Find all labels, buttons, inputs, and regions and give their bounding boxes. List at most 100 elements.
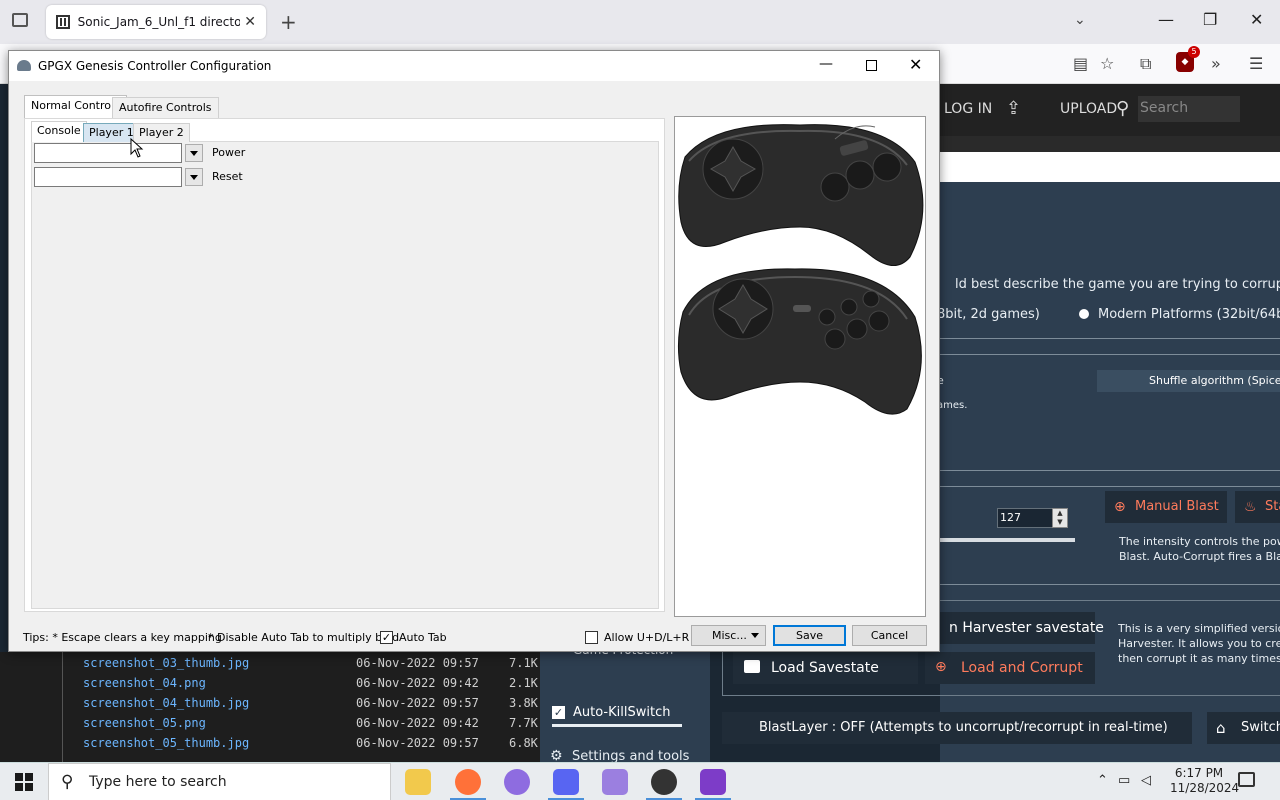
tab-console[interactable]: Console [31,121,87,142]
save-button[interactable]: Save [773,625,846,646]
tips-text-2: * Disable Auto Tab to multiply bind [208,631,400,644]
file-size: 7.7K [509,716,538,730]
login-link[interactable]: LOG IN [944,101,992,117]
tab-list-icon[interactable] [12,13,28,27]
browser-minimize-button[interactable]: — [1158,10,1174,29]
hamburger-menu-icon[interactable]: ☰ [1249,54,1263,73]
firefox-icon[interactable] [455,769,481,795]
rtc-shuffle-algorithm-select[interactable]: Shuffle algorithm (Spice t [1097,370,1280,392]
rtc-separator [940,354,1280,355]
rtc-intensity-spinner[interactable]: ▲ ▼ [1052,508,1068,528]
bizhawk-icon[interactable] [651,769,677,795]
search-icon[interactable]: ⚲ [1116,98,1129,119]
rtc-harvester-savestate-button[interactable]: n Harvester savestate [940,612,1104,644]
app-icon-purple[interactable] [504,769,530,795]
file-date: 06-Nov-2022 09:57 [356,696,479,710]
tab-close-icon[interactable]: ✕ [244,14,256,30]
rtc-load-savestate-button[interactable]: Load Savestate [733,652,918,684]
auto-tab-label[interactable]: Auto Tab [399,631,447,644]
rtc-intensity-input[interactable]: 127 [997,508,1053,528]
browser-restore-button[interactable]: ❐ [1203,10,1217,29]
reset-binding-input[interactable] [34,167,182,187]
file-date: 06-Nov-2022 09:57 [356,656,479,670]
taskbar-clock[interactable]: 6:17 PM 11/28/2024 [1170,766,1239,796]
rtc-separator [940,584,1280,585]
browser-tab-active[interactable]: Sonic_Jam_6_Unl_f1 directory li ✕ [46,5,266,39]
rtc-option-modern[interactable]: Modern Platforms (32bit/64bi [1098,307,1280,322]
allow-opposing-checkbox[interactable] [585,631,598,644]
volume-muted-icon[interactable]: ◁ [1141,773,1151,788]
auto-tab-checkbox[interactable]: ✓ [380,631,393,644]
rtc-intensity-slider[interactable] [940,538,1075,542]
table-row: screenshot_04_thumb.jpg 06-Nov-2022 09:5… [0,696,540,716]
six-button-pad-drawing [677,268,922,415]
reset-binding-dropdown[interactable] [185,168,203,186]
rtc-autokillswitch-checkbox[interactable]: ✓ [552,706,565,719]
rtc-start-autocorrupt-button[interactable]: Sta [1235,491,1280,523]
dialog-close-button[interactable]: ✕ [909,55,922,74]
genesis-controllers-illustration [677,124,924,415]
power-binding-input[interactable] [34,143,182,163]
rtc-load-and-corrupt-button[interactable]: Load and Corrupt [925,652,1095,684]
file-link[interactable]: screenshot_05.png [83,716,206,730]
file-link[interactable]: screenshot_04_thumb.jpg [83,696,249,710]
allow-opposing-label[interactable]: Allow U+D/L+R [604,631,689,644]
notification-icon[interactable] [1238,772,1255,787]
upload-link[interactable]: UPLOAD [1060,101,1117,117]
rtc-harvester-help-line: This is a very simplified version [1118,622,1280,635]
rtc-separator [940,486,1280,487]
app-icon-violet[interactable] [602,769,628,795]
table-row: screenshot_04.png 06-Nov-2022 09:42 2.1K [0,676,540,696]
windows-start-icon[interactable] [15,773,33,791]
power-binding-dropdown[interactable] [185,144,203,162]
rtc-radio-modern-icon[interactable] [1079,309,1089,319]
overflow-chevrons-icon[interactable]: » [1211,54,1221,73]
new-tab-button[interactable]: + [280,10,297,34]
dialog-maximize-button[interactable] [866,60,877,71]
gpgx-app-icon [17,60,31,71]
bookmark-star-icon[interactable]: ☆ [1100,54,1114,73]
mouse-cursor-icon [130,138,144,158]
console-panel [31,141,659,609]
clock-time: 6:17 PM [1174,766,1224,780]
rtc-separator [940,470,1280,471]
rtc-blastlayer-toggle[interactable]: BlastLayer : OFF (Attempts to uncorrupt/… [722,712,1192,744]
upload-icon[interactable]: ⇪ [1006,98,1021,119]
dialog-minimize-button[interactable]: — [819,56,833,72]
network-icon[interactable]: ▭ [1118,773,1130,788]
file-link[interactable]: screenshot_05_thumb.jpg [83,736,249,750]
home-icon: ⌂ [1216,719,1226,737]
tray-chevron-up-icon[interactable]: ⌃ [1097,773,1108,788]
file-explorer-icon[interactable] [405,769,431,795]
rtc-autokillswitch-bar [552,724,682,727]
rtc-harvester-help: This is a very simplified version Harves… [1118,621,1280,666]
extensions-icon[interactable]: ⧉ [1140,54,1151,74]
archive-favicon-icon [56,15,70,29]
browser-close-button[interactable]: ✕ [1250,10,1263,29]
ublock-icon[interactable]: ◆ 5 [1176,46,1200,72]
rtc-intensity-help-line: The intensity controls the powe [1119,535,1280,548]
table-row: screenshot_03_thumb.jpg 06-Nov-2022 09:5… [0,656,540,676]
rtc-intensity-help-line: Blast. Auto-Corrupt fires a Blas [1119,550,1280,563]
rtc-harvester-help-line: Harvester. It allows you to crea [1118,637,1280,650]
rtc-option-8bit[interactable]: 8bit, 2d games) [937,307,1040,322]
file-link[interactable]: screenshot_03_thumb.jpg [83,656,249,670]
reset-label: Reset [212,170,243,183]
reader-view-icon[interactable]: ▤ [1073,54,1088,73]
site-search-input[interactable]: Search [1138,96,1240,122]
cancel-button[interactable]: Cancel [852,625,927,646]
file-link[interactable]: screenshot_04.png [83,676,206,690]
tab-list-chevron-icon[interactable]: ⌄ [1074,12,1086,28]
tab-autofire-controls[interactable]: Autofire Controls [112,97,219,118]
discord-icon[interactable] [553,769,579,795]
rtc-intensity-help: The intensity controls the powe Blast. A… [1119,534,1280,564]
search-icon: ⚲ [61,772,74,792]
misc-dropdown-button[interactable]: Misc... [691,625,766,646]
rtc-separator [940,338,1280,339]
file-size: 3.8K [509,696,538,710]
rtc-engine-desc: ames. [937,400,968,411]
rtc-autokillswitch-label[interactable]: Auto-KillSwitch [573,705,670,720]
rtc-icon[interactable] [700,769,726,795]
taskbar-search-box[interactable]: ⚲ Type here to search [48,763,391,800]
dialog-titlebar[interactable]: GPGX Genesis Controller Configuration — … [9,51,939,81]
